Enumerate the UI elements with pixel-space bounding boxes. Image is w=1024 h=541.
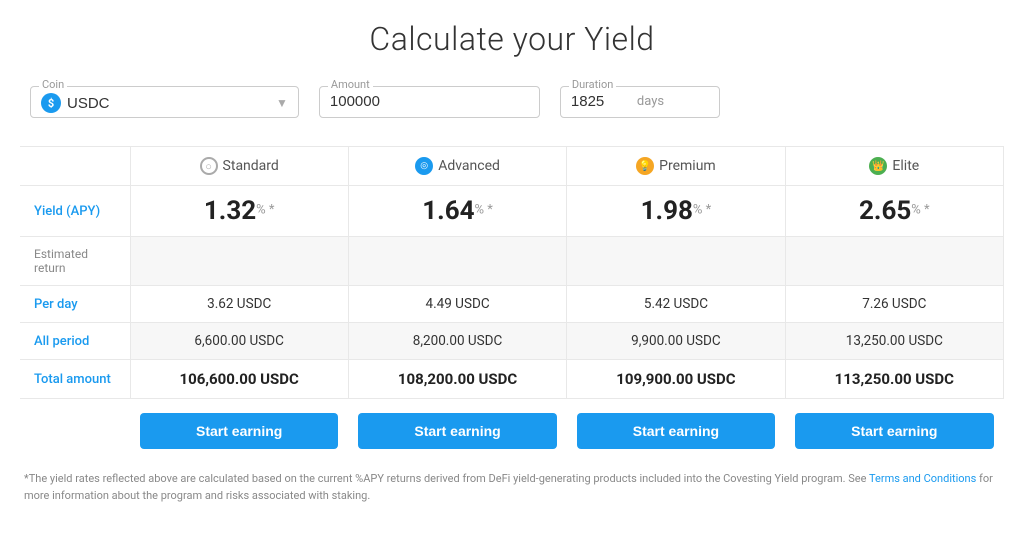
tier-elite-label: Elite xyxy=(892,158,919,174)
perday-row: Per day 3.62 USDC 4.49 USDC 5.42 USDC 7.… xyxy=(20,286,1004,323)
tier-standard-header: ○ Standard xyxy=(130,147,348,186)
start-earning-elite-button[interactable]: Start earning xyxy=(795,413,993,449)
apy-premium-value: 1.98 xyxy=(641,196,693,226)
yield-row: Yield (APY) 1.32% * 1.64% * 1.98% * 2.65… xyxy=(20,186,1004,237)
total-elite-cell: 113,250.00 USDC xyxy=(785,360,1003,399)
yield-advanced-cell: 1.64% * xyxy=(348,186,566,237)
chevron-down-icon: ▼ xyxy=(276,96,288,110)
coin-field[interactable]: Coin $ ▼ xyxy=(30,86,299,118)
allperiod-elite-cell: 13,250.00 USDC xyxy=(785,323,1003,360)
estimated-standard-cell xyxy=(130,237,348,286)
apy-elite-value: 2.65 xyxy=(859,196,911,226)
tier-advanced-header: ◎ Advanced xyxy=(348,147,566,186)
duration-label: Duration xyxy=(569,78,616,91)
allperiod-row: All period 6,600.00 USDC 8,200.00 USDC 9… xyxy=(20,323,1004,360)
apy-premium-pct: % * xyxy=(693,203,711,218)
premium-icon: 💡 xyxy=(636,157,654,175)
duration-input[interactable] xyxy=(571,93,631,110)
tier-advanced-label: Advanced xyxy=(438,158,500,174)
estimated-premium-cell xyxy=(567,237,785,286)
start-earning-advanced-button[interactable]: Start earning xyxy=(358,413,556,449)
duration-suffix: days xyxy=(637,94,664,109)
yield-table: ○ Standard ◎ Advanced 💡 Premium 👑 xyxy=(20,146,1004,463)
actions-elite-cell: Start earning xyxy=(785,399,1003,464)
footnote-text-before: *The yield rates reflected above are cal… xyxy=(24,472,869,485)
tier-elite-header: 👑 Elite xyxy=(785,147,1003,186)
standard-icon: ○ xyxy=(200,157,218,175)
apy-standard-pct: % * xyxy=(256,203,274,218)
apy-elite-pct: % * xyxy=(911,203,929,218)
advanced-icon: ◎ xyxy=(415,157,433,175)
total-row: Total amount 106,600.00 USDC 108,200.00 … xyxy=(20,360,1004,399)
allperiod-advanced-cell: 8,200.00 USDC xyxy=(348,323,566,360)
perday-row-label: Per day xyxy=(20,286,130,323)
apy-advanced-pct: % * xyxy=(475,203,493,218)
apy-advanced-value: 1.64 xyxy=(422,196,474,226)
empty-header xyxy=(20,147,130,186)
tier-header-row: ○ Standard ◎ Advanced 💡 Premium 👑 xyxy=(20,147,1004,186)
total-advanced-cell: 108,200.00 USDC xyxy=(348,360,566,399)
total-standard-cell: 106,600.00 USDC xyxy=(130,360,348,399)
tier-premium-label: Premium xyxy=(659,158,716,174)
page-title: Calculate your Yield xyxy=(20,20,1004,58)
allperiod-premium-cell: 9,900.00 USDC xyxy=(567,323,785,360)
yield-row-label: Yield (APY) xyxy=(20,186,130,237)
yield-standard-cell: 1.32% * xyxy=(130,186,348,237)
coin-icon: $ xyxy=(41,93,61,113)
start-earning-premium-button[interactable]: Start earning xyxy=(577,413,775,449)
coin-input[interactable] xyxy=(67,95,266,112)
yield-elite-cell: 2.65% * xyxy=(785,186,1003,237)
allperiod-row-label: All period xyxy=(20,323,130,360)
estimated-row: Estimated return xyxy=(20,237,1004,286)
estimated-row-label: Estimated return xyxy=(20,237,130,286)
amount-field[interactable]: Amount xyxy=(319,86,540,118)
perday-elite-cell: 7.26 USDC xyxy=(785,286,1003,323)
footnote: *The yield rates reflected above are cal… xyxy=(20,471,1004,504)
actions-row: Start earning Start earning Start earnin… xyxy=(20,399,1004,464)
amount-label: Amount xyxy=(328,78,373,91)
allperiod-standard-cell: 6,600.00 USDC xyxy=(130,323,348,360)
actions-advanced-cell: Start earning xyxy=(348,399,566,464)
start-earning-standard-button[interactable]: Start earning xyxy=(140,413,338,449)
actions-standard-cell: Start earning xyxy=(130,399,348,464)
coin-label: Coin xyxy=(39,78,67,91)
yield-premium-cell: 1.98% * xyxy=(567,186,785,237)
actions-empty-cell xyxy=(20,399,130,464)
amount-input[interactable] xyxy=(330,93,529,110)
perday-premium-cell: 5.42 USDC xyxy=(567,286,785,323)
tier-standard-label: Standard xyxy=(223,158,279,174)
elite-icon: 👑 xyxy=(869,157,887,175)
perday-standard-cell: 3.62 USDC xyxy=(130,286,348,323)
total-premium-cell: 109,900.00 USDC xyxy=(567,360,785,399)
duration-field[interactable]: Duration days xyxy=(560,86,720,118)
apy-standard-value: 1.32 xyxy=(204,196,256,226)
actions-premium-cell: Start earning xyxy=(567,399,785,464)
tier-premium-header: 💡 Premium xyxy=(567,147,785,186)
terms-link[interactable]: Terms and Conditions xyxy=(869,472,976,485)
controls-bar: Coin $ ▼ Amount Duration days xyxy=(20,86,1004,118)
estimated-elite-cell xyxy=(785,237,1003,286)
perday-advanced-cell: 4.49 USDC xyxy=(348,286,566,323)
estimated-advanced-cell xyxy=(348,237,566,286)
total-row-label: Total amount xyxy=(20,360,130,399)
